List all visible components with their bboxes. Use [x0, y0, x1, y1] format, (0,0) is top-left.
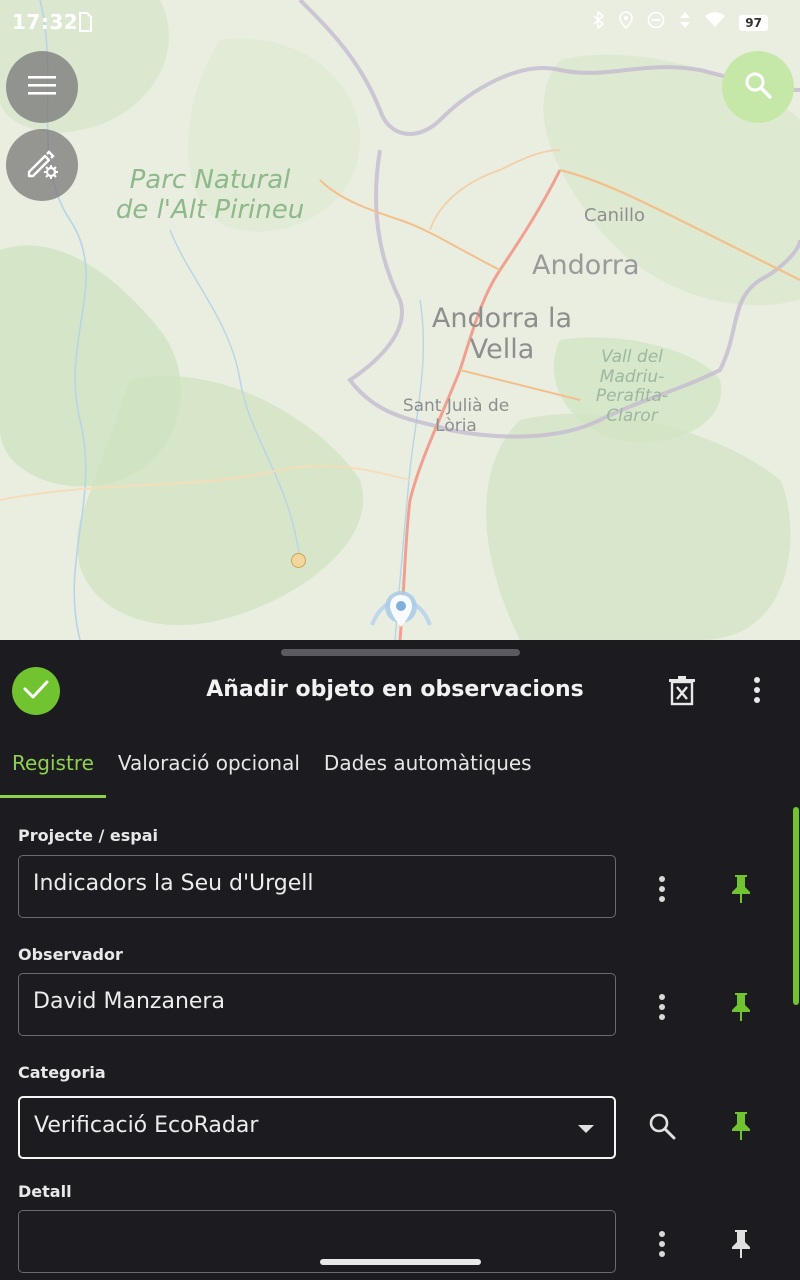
- tab-registre[interactable]: Registre: [0, 740, 106, 798]
- field-label-detall: Detall: [18, 1182, 72, 1201]
- map-view[interactable]: Parc Natural de l'Alt Pirineu Andorra An…: [0, 0, 800, 640]
- status-bar: 17:32 97: [0, 0, 800, 44]
- tab-valoracio-opcional[interactable]: Valoració opcional: [106, 740, 312, 798]
- dnd-icon: [647, 11, 665, 34]
- wifi-icon: [705, 12, 726, 33]
- pin-outline-icon: [729, 1228, 753, 1264]
- map-search-button[interactable]: [722, 51, 794, 123]
- map-label-andorra: Andorra: [532, 250, 640, 281]
- detall-pin-button[interactable]: [719, 1224, 763, 1268]
- pin-icon: [729, 1110, 753, 1146]
- delete-icon: [668, 676, 696, 710]
- pin-icon: [729, 873, 753, 909]
- form-header: Añadir objeto en observacions: [0, 664, 800, 720]
- more-vert-icon: [657, 993, 667, 1025]
- categoria-pin-button[interactable]: [719, 1106, 763, 1150]
- map-label-sant-julia: Sant Julià de Lòria: [402, 396, 510, 436]
- more-vert-icon: [752, 677, 762, 708]
- field-label-observador: Observador: [18, 945, 123, 964]
- observador-more-button[interactable]: [640, 987, 684, 1031]
- status-time: 17:32: [12, 10, 79, 34]
- categoria-dropdown[interactable]: Verificació EcoRadar: [18, 1096, 616, 1159]
- categoria-value: Verificació EcoRadar: [34, 1113, 259, 1138]
- delete-button[interactable]: [668, 676, 696, 710]
- detall-input[interactable]: [18, 1210, 616, 1273]
- projecte-pin-button[interactable]: [719, 869, 763, 913]
- field-label-categoria: Categoria: [18, 1063, 106, 1082]
- map-label-andorra-la-vella: Andorra la Vella: [431, 303, 573, 366]
- search-icon: [743, 70, 773, 104]
- bluetooth-icon: [593, 10, 605, 34]
- scrollbar[interactable]: [793, 807, 799, 1005]
- tab-dades-automatiques[interactable]: Dades automàtiques: [312, 740, 544, 798]
- map-label-park: Parc Natural de l'Alt Pirineu: [115, 165, 305, 225]
- more-options-button[interactable]: [752, 676, 762, 708]
- detall-more-button[interactable]: [640, 1224, 684, 1268]
- more-vert-icon: [657, 875, 667, 907]
- sheet-drag-handle[interactable]: [281, 649, 520, 656]
- map-label-canillo: Canillo: [584, 205, 646, 226]
- feature-form-sheet: Añadir objeto en observacions Registre V…: [0, 640, 800, 1280]
- location-marker-icon: [364, 585, 438, 640]
- map-label-vall-madriu: Vall del Madriu-Perafita-Claror: [595, 347, 669, 426]
- data-icon: [679, 11, 691, 34]
- edit-settings-icon: [25, 146, 59, 184]
- search-icon: [648, 1112, 676, 1144]
- home-indicator[interactable]: [320, 1259, 481, 1265]
- categoria-search-button[interactable]: [640, 1106, 684, 1150]
- sim-icon: [78, 12, 92, 37]
- edit-settings-button[interactable]: [6, 129, 78, 201]
- location-icon: [619, 11, 634, 34]
- map-terrain: [0, 0, 800, 640]
- pin-icon: [729, 991, 753, 1027]
- projecte-more-button[interactable]: [640, 869, 684, 913]
- dropdown-arrow-icon: [578, 1125, 594, 1133]
- more-vert-icon: [657, 1230, 667, 1262]
- map-point-marker[interactable]: [291, 553, 306, 568]
- form-tabs: Registre Valoració opcional Dades automà…: [0, 740, 544, 798]
- observador-pin-button[interactable]: [719, 987, 763, 1031]
- menu-button[interactable]: [6, 51, 78, 123]
- projecte-input[interactable]: Indicadors la Seu d'Urgell: [18, 855, 616, 918]
- battery-icon: 97: [739, 14, 768, 31]
- field-label-projecte: Projecte / espai: [18, 826, 159, 845]
- observador-input[interactable]: David Manzanera: [18, 973, 616, 1036]
- menu-icon: [27, 74, 57, 100]
